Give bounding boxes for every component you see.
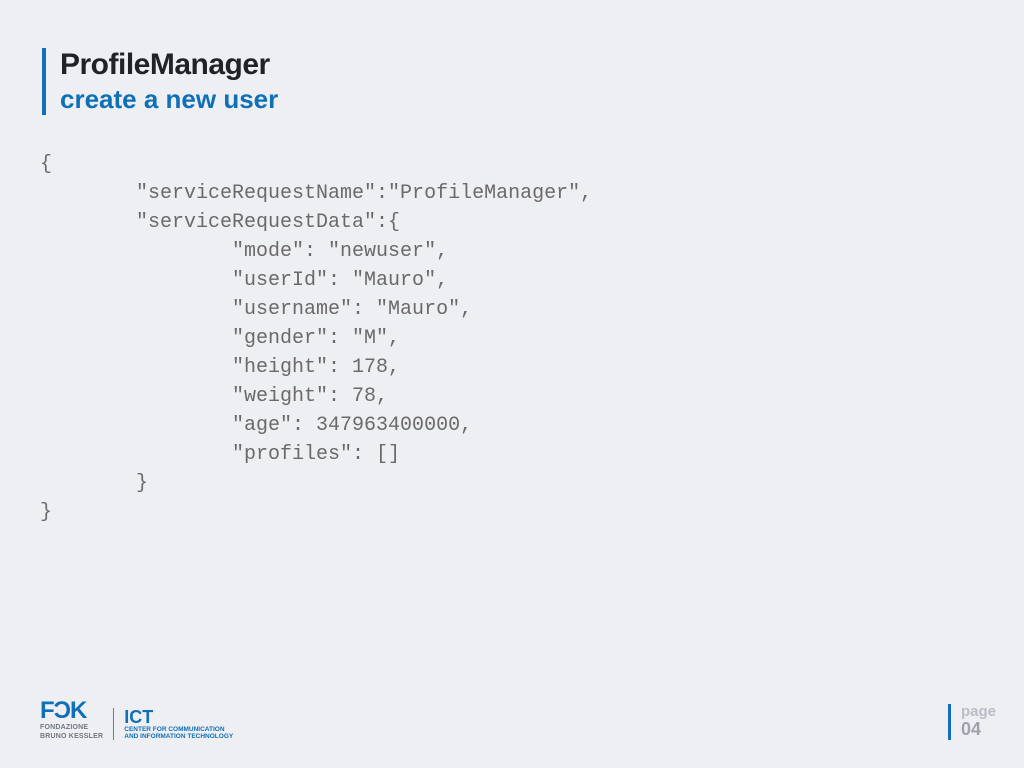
ict-line1: CENTER FOR COMMUNICATION [124, 726, 233, 733]
code-sample: { "serviceRequestName":"ProfileManager",… [40, 150, 984, 527]
ict-logo: ICT CENTER FOR COMMUNICATION AND INFORMA… [124, 708, 233, 740]
page-title: ProfileManager [60, 48, 278, 82]
page-indicator: page 04 [948, 704, 996, 740]
ict-line2: AND INFORMATION TECHNOLOGY [124, 733, 233, 740]
fbk-glyph-icon: FƆK [40, 700, 86, 722]
fbk-name-line2: BRUNO KESSLER [40, 733, 103, 740]
footer-logo: FƆK FONDAZIONE BRUNO KESSLER ICT CENTER … [40, 700, 233, 740]
footer: FƆK FONDAZIONE BRUNO KESSLER ICT CENTER … [40, 700, 996, 740]
fbk-logo: FƆK FONDAZIONE BRUNO KESSLER [40, 700, 103, 740]
page-subtitle: create a new user [60, 84, 278, 115]
ict-title: ICT [124, 708, 233, 726]
fbk-name-line1: FONDAZIONE [40, 724, 88, 731]
page-label: page [961, 704, 996, 721]
page-number: 04 [961, 720, 996, 740]
title-block: ProfileManager create a new user [42, 48, 278, 115]
logo-divider [113, 708, 114, 740]
